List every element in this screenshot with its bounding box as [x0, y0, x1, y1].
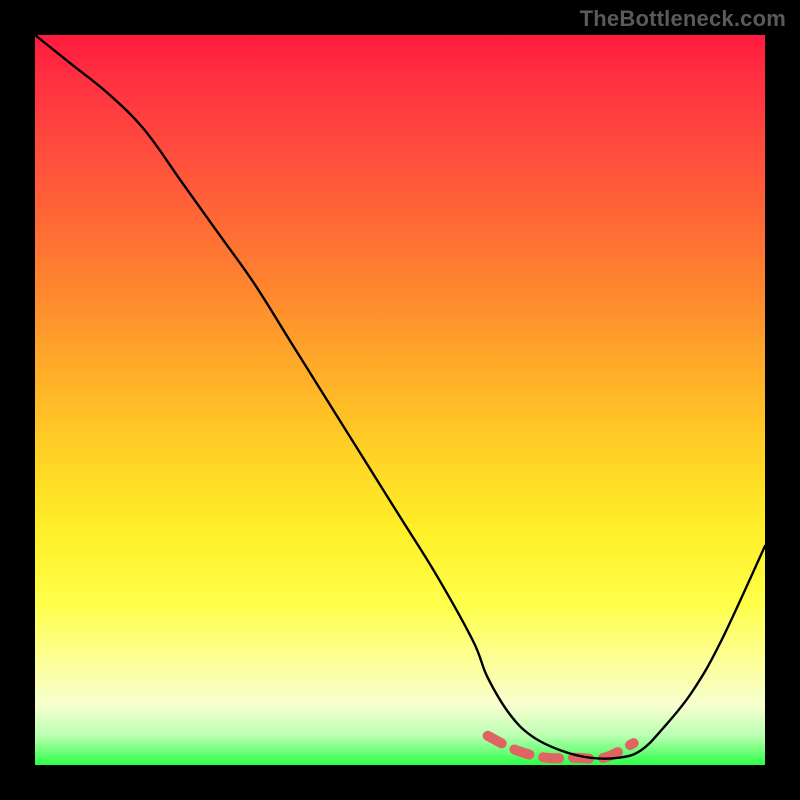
chart-svg	[35, 35, 765, 765]
chart-frame: TheBottleneck.com	[0, 0, 800, 800]
watermark-text: TheBottleneck.com	[580, 6, 786, 32]
gradient-plot-area	[35, 35, 765, 765]
optimal-region-line	[488, 736, 634, 759]
bottleneck-curve-line	[35, 35, 765, 759]
